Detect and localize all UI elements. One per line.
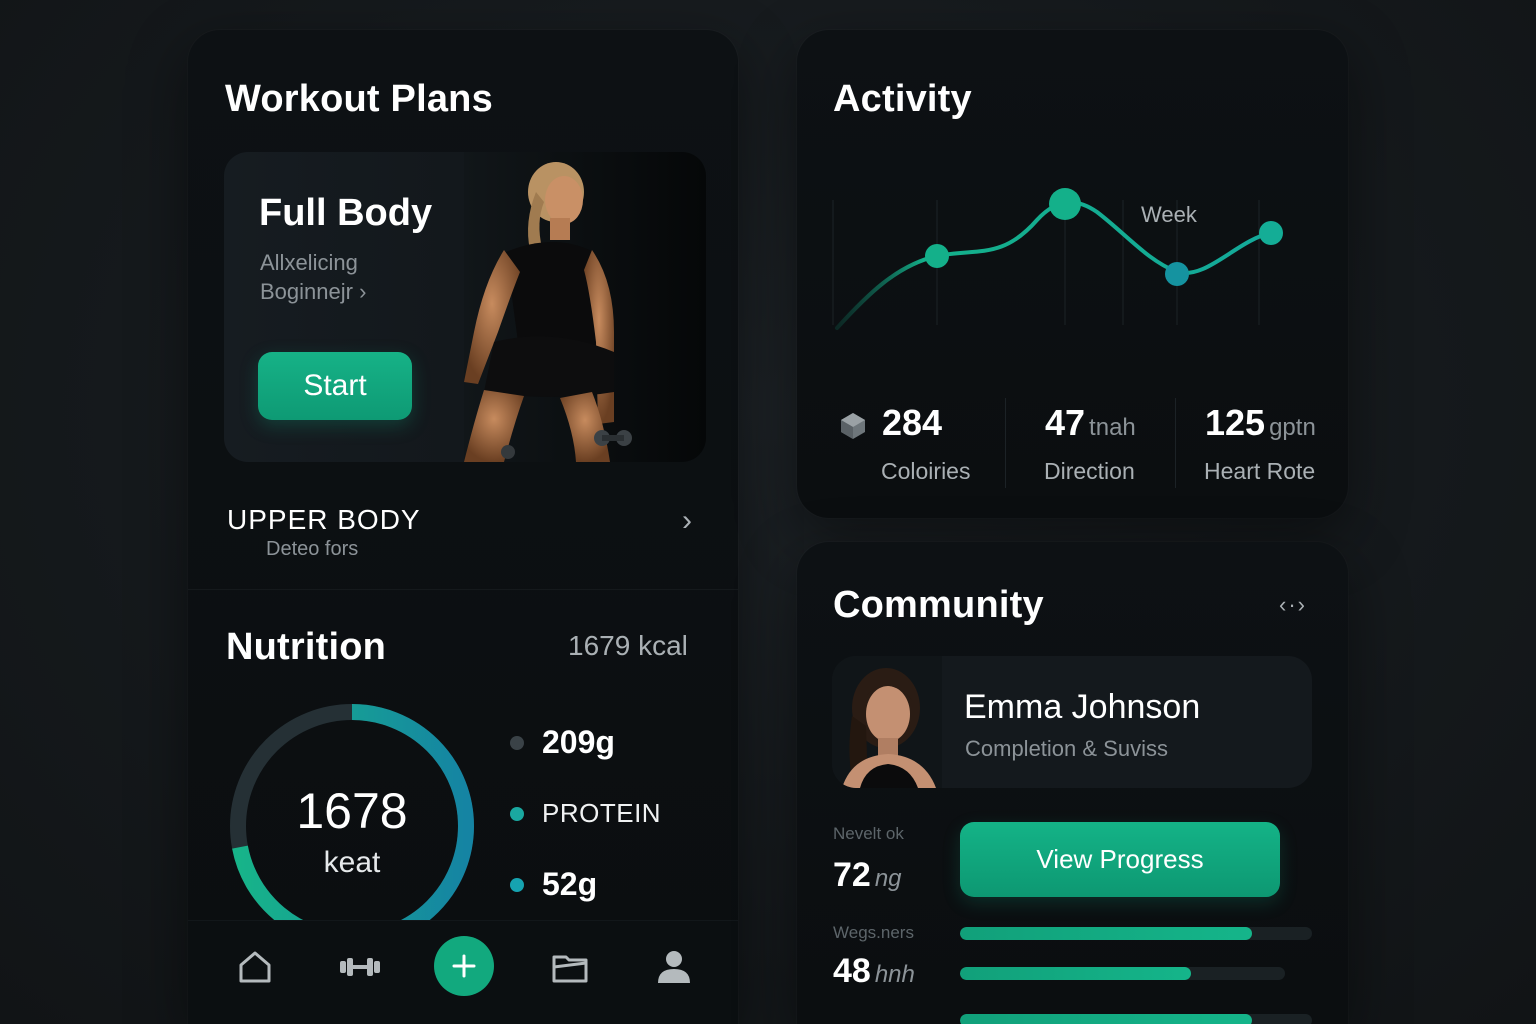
member-subtitle: Completion & Suviss [965, 736, 1168, 761]
calories-stat: 284 [882, 402, 943, 443]
activity-line [835, 200, 1273, 330]
add-button[interactable] [434, 936, 494, 996]
upper-body-row[interactable]: UPPER BODY Deteo fors › [188, 490, 738, 590]
activity-point [1049, 188, 1081, 220]
macro-label: 52g [542, 866, 598, 902]
activity-card: Activity Week 284 Coloiries 47 tnah Dire… [797, 30, 1348, 518]
calorie-unit: keat [323, 846, 381, 879]
bottom-nav [188, 920, 738, 1024]
full-body-plan-card[interactable]: Full Body Allxelicing Boginnejr › Start [224, 152, 706, 462]
stat-divider [1175, 398, 1176, 488]
progress-bar [960, 967, 1285, 980]
avatar [832, 656, 942, 788]
profile-icon[interactable] [652, 945, 696, 989]
workout-plans-title: Workout Plans [225, 78, 493, 120]
plan-subtitle: Allxelicing [260, 250, 358, 275]
home-icon[interactable] [233, 945, 277, 989]
member-card[interactable]: Emma Johnson Completion & Suviss [832, 656, 1312, 788]
upper-body-title: UPPER BODY [227, 504, 421, 535]
macro-label: 209g [542, 724, 615, 760]
carousel-arrows-icon[interactable]: ‹·› [1279, 592, 1307, 618]
macro-label: PROTEIN [542, 798, 662, 828]
stat-divider [1005, 398, 1006, 488]
cube-icon [841, 413, 865, 439]
upper-body-subtitle: Deteo fors [266, 538, 359, 560]
view-progress-button[interactable]: View Progress [960, 822, 1280, 897]
direction-stat: 47 tnah [1045, 402, 1136, 443]
community-card: Community ‹·› Emma Johnson Completion & … [797, 542, 1348, 1024]
direction-label: Direction [1044, 458, 1135, 484]
chart-week-label: Week [1141, 202, 1198, 227]
plan-title: Full Body [259, 192, 433, 234]
start-button[interactable]: Start [258, 352, 412, 420]
macro-item: 52g [510, 866, 597, 903]
activity-chart: Week [832, 188, 1283, 330]
heart-rate-stat: 125 gptn [1205, 402, 1316, 443]
macro-item: 209g [510, 724, 615, 761]
plus-icon [452, 954, 476, 978]
workout-card: Workout Plans Full Body Allxelicing Bogi… [188, 30, 738, 1024]
plan-level: Boginnejr › [260, 279, 367, 304]
progress-bar-fill [960, 967, 1191, 980]
folder-icon[interactable] [548, 945, 592, 989]
nutrition-title: Nutrition [226, 626, 387, 668]
activity-title: Activity [833, 78, 972, 120]
metric-label: Nevelt ok [833, 824, 904, 843]
calories-label: Coloiries [881, 458, 971, 484]
athlete-photo [464, 152, 706, 462]
macro-dot [510, 877, 524, 892]
metric-value: 48 hnh [833, 952, 915, 990]
dumbbell-icon[interactable] [338, 945, 382, 989]
metric-value: 72 ng [833, 856, 902, 894]
metric-label: Wegs.ners [833, 923, 914, 942]
community-title: Community [833, 584, 1044, 626]
macro-dot [510, 735, 524, 750]
progress-bar [960, 1014, 1312, 1024]
activity-point [1259, 221, 1283, 245]
nutrition-total: 1679 kcal [568, 630, 688, 661]
progress-bar-fill [960, 927, 1253, 940]
macro-item: PROTEIN [510, 798, 661, 829]
progress-bar-fill [960, 1014, 1253, 1024]
macro-dot [510, 806, 524, 821]
calorie-value: 1678 [296, 783, 408, 839]
member-name: Emma Johnson [964, 688, 1201, 726]
activity-point [1165, 262, 1189, 286]
heart-rate-label: Heart Rote [1204, 458, 1316, 484]
progress-bar [960, 927, 1312, 940]
activity-point [925, 244, 949, 268]
chevron-right-icon[interactable]: › [682, 504, 692, 538]
